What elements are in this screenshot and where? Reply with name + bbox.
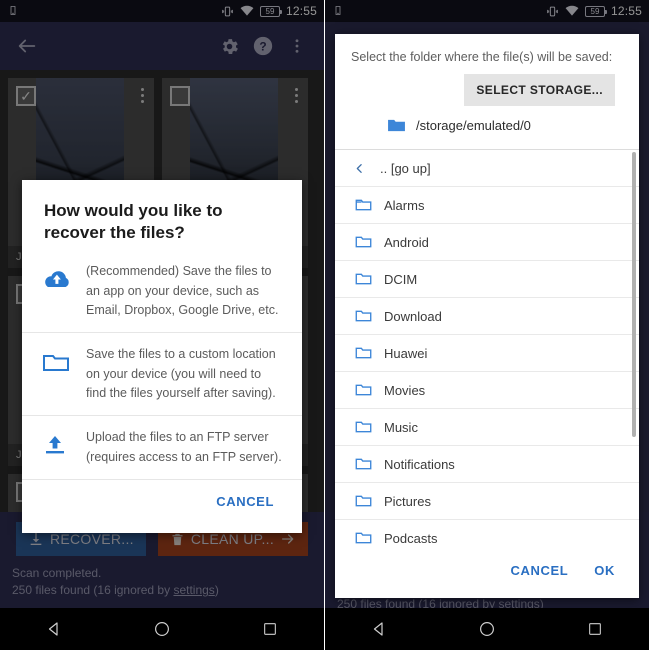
nav-home-circle-icon[interactable] — [470, 612, 504, 646]
nav-recents-square-icon[interactable] — [578, 612, 612, 646]
current-path-label: /storage/emulated/0 — [416, 118, 531, 133]
nav-back-triangle-icon[interactable] — [362, 612, 396, 646]
nav-back-triangle-icon[interactable] — [37, 612, 71, 646]
option-save-custom-location[interactable]: Save the files to a custom location on y… — [22, 333, 302, 417]
upload-server-icon — [42, 428, 72, 456]
folder-label: Podcasts — [384, 530, 438, 546]
option-save-to-app[interactable]: (Recommended) Save the files to an app o… — [22, 250, 302, 334]
option-upload-ftp[interactable]: Upload the files to an FTP server (requi… — [22, 416, 302, 481]
folder-icon — [355, 420, 372, 434]
dual-screenshot: 59 12:55 ? ✓ RECOVER... CLEAN UP... Scan… — [0, 0, 649, 650]
cancel-button[interactable]: CANCEL — [206, 486, 284, 517]
folder-list[interactable]: .. [go up] Alarms Android DCIM Download — [335, 149, 639, 547]
list-item-folder[interactable]: Pictures — [335, 483, 639, 520]
select-storage-button[interactable]: SELECT STORAGE... — [464, 74, 615, 106]
dialog-title: How would you like to recover the files? — [44, 201, 223, 243]
option-upload-ftp-text: Upload the files to an FTP server (requi… — [86, 430, 282, 464]
nav-bar-right — [325, 608, 649, 650]
folder-icon — [355, 198, 372, 212]
list-item-go-up[interactable]: .. [go up] — [335, 150, 639, 187]
list-item-folder[interactable]: Podcasts — [335, 520, 639, 547]
list-item-folder[interactable]: Android — [335, 224, 639, 261]
folder-picker-dialog: Select the folder where the file(s) will… — [335, 34, 639, 598]
folder-picker-prompt: Select the folder where the file(s) will… — [351, 50, 613, 64]
right-phone-screen: 59 12:55 Scan completed. 250 files found… — [325, 0, 649, 650]
folder-label: Pictures — [384, 493, 431, 509]
folder-icon — [355, 346, 372, 360]
list-item-folder[interactable]: Music — [335, 409, 639, 446]
chevron-left-icon — [353, 162, 366, 175]
folder-icon — [355, 457, 372, 471]
folder-label: Huawei — [384, 345, 428, 361]
folder-icon — [355, 235, 372, 249]
list-item-folder[interactable]: DCIM — [335, 261, 639, 298]
list-item-folder[interactable]: Notifications — [335, 446, 639, 483]
folder-icon — [355, 272, 372, 286]
current-path-row: /storage/emulated/0 — [351, 112, 623, 145]
folder-icon — [355, 494, 372, 508]
list-item-folder[interactable]: Movies — [335, 372, 639, 409]
folder-label: Music — [384, 419, 418, 435]
ok-button[interactable]: OK — [584, 555, 625, 586]
folder-label: DCIM — [384, 271, 418, 287]
option-save-to-app-text: (Recommended) Save the files to an app o… — [86, 264, 279, 317]
nav-bar-left — [0, 608, 324, 650]
folder-icon — [355, 383, 372, 397]
folder-icon — [355, 531, 372, 545]
list-scrollbar[interactable] — [632, 152, 636, 437]
folder-icon — [42, 345, 72, 373]
folder-icon — [355, 309, 372, 323]
folder-label: Download — [384, 308, 442, 324]
list-item-folder[interactable]: Huawei — [335, 335, 639, 372]
list-item-folder[interactable]: Download — [335, 298, 639, 335]
recover-method-dialog: How would you like to recover the files?… — [22, 180, 302, 534]
folder-icon — [387, 118, 406, 133]
left-phone-screen: 59 12:55 ? ✓ RECOVER... CLEAN UP... Scan… — [0, 0, 325, 650]
folder-label: Movies — [384, 382, 426, 398]
folder-label: Alarms — [384, 197, 425, 213]
cloud-upload-icon — [42, 262, 72, 291]
folder-label: Notifications — [384, 456, 455, 472]
list-item-folder[interactable]: Alarms — [335, 187, 639, 224]
nav-recents-square-icon[interactable] — [253, 612, 287, 646]
cancel-button[interactable]: CANCEL — [501, 555, 579, 586]
folder-label: Android — [384, 234, 429, 250]
nav-home-circle-icon[interactable] — [145, 612, 179, 646]
option-save-custom-location-text: Save the files to a custom location on y… — [86, 347, 276, 401]
go-up-label: .. [go up] — [380, 160, 431, 176]
